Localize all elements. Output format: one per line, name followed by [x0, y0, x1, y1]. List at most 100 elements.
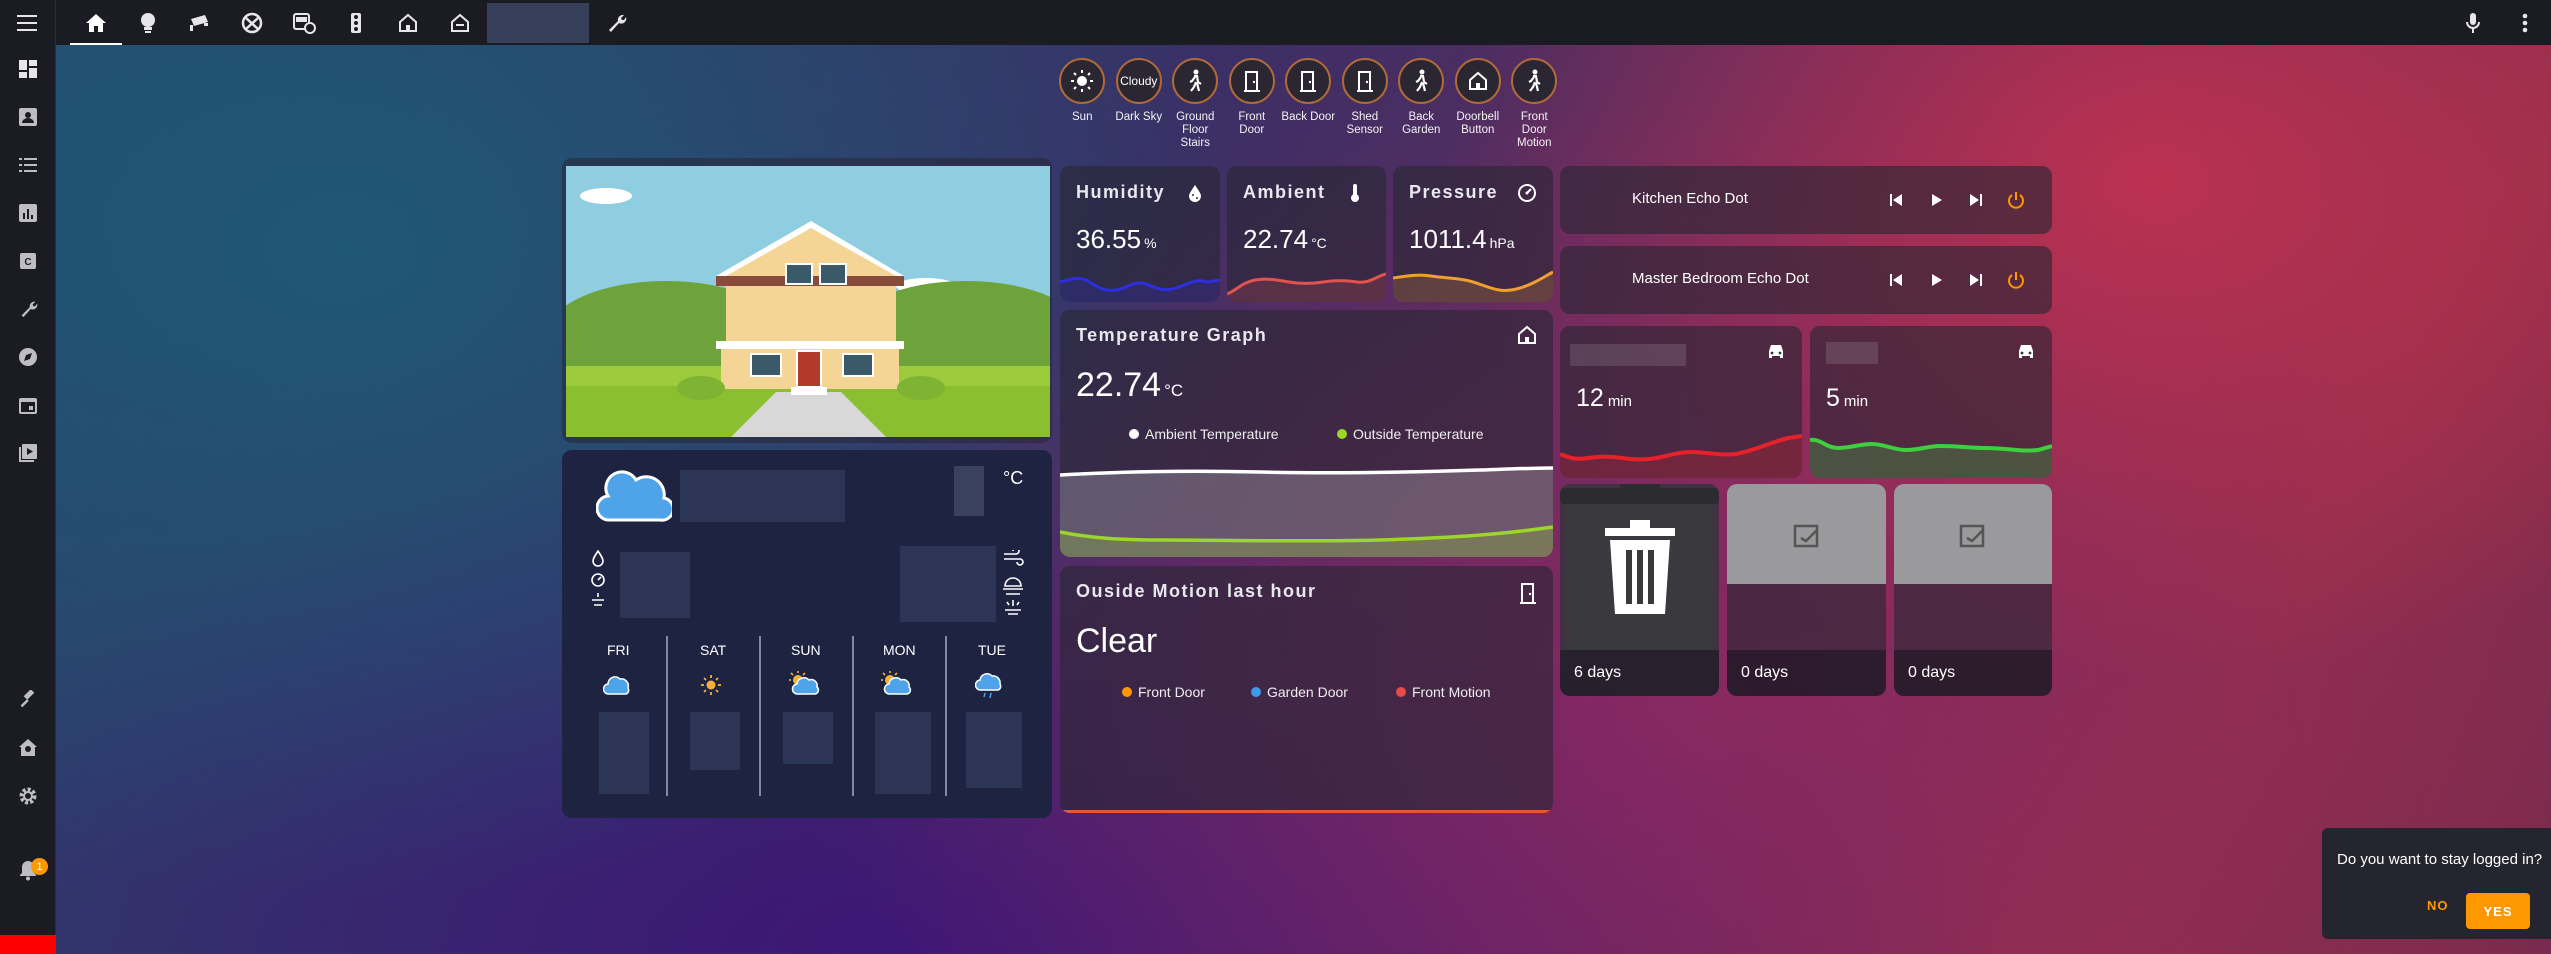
sidebar-item-hacs[interactable]: C — [0, 237, 56, 285]
sidebar-item-map[interactable] — [0, 93, 56, 141]
badge-label: Dark Sky — [1115, 111, 1163, 123]
sidebar-item-developer-tools[interactable] — [0, 676, 56, 724]
user-avatar[interactable] — [0, 935, 56, 954]
yes-button[interactable]: YES — [2466, 893, 2530, 929]
forecast-day: SUN — [791, 642, 821, 658]
badges-row: Sun Cloudy Dark Sky Ground Floor Stairs … — [1054, 58, 1563, 150]
ambient-sparkline — [1227, 272, 1386, 302]
tab-hidden[interactable] — [486, 0, 590, 45]
sidebar-item-history[interactable] — [0, 189, 56, 237]
badge-ground-floor-stairs[interactable]: Ground Floor Stairs — [1167, 58, 1224, 150]
travel-time-card[interactable]: 12 min — [1560, 326, 1802, 478]
weather-attribute-icons-right — [1003, 550, 1024, 615]
skip-previous-icon — [1890, 194, 1902, 206]
bin-collection-card[interactable]: 0 days — [1894, 484, 2052, 696]
pressure-card[interactable]: Pressure 1011.4 hPa — [1393, 166, 1553, 302]
media-player-master-bedroom[interactable]: Master Bedroom Echo Dot — [1560, 246, 2052, 314]
tab-bus[interactable] — [278, 0, 330, 45]
next-track-button[interactable] — [1962, 186, 1990, 214]
humidity-card[interactable]: Humidity 36.55% — [1060, 166, 1220, 302]
redacted-attributes-right — [900, 546, 996, 622]
legend-ambient[interactable]: Ambient Temperature — [1129, 426, 1279, 442]
tab-house-alt[interactable] — [434, 0, 486, 45]
legend-dot — [1122, 687, 1132, 697]
play-button[interactable] — [1922, 186, 1950, 214]
edit-dashboard-button[interactable] — [2499, 0, 2551, 45]
motion-state: Clear — [1076, 622, 1158, 660]
door-icon — [1243, 71, 1260, 92]
legend-front-motion[interactable]: Front Motion — [1396, 684, 1491, 700]
redacted-forecast-temps — [599, 712, 649, 794]
house-picture-card[interactable] — [562, 158, 1052, 443]
walk-icon — [1189, 69, 1202, 92]
bin-collection-card[interactable]: 0 days — [1727, 484, 1886, 696]
partly-cloudy-icon — [789, 671, 820, 695]
sidebar-item-supervisor[interactable] — [0, 724, 56, 772]
outside-motion-card[interactable]: Ouside Motion last hour Clear Front Door… — [1060, 566, 1553, 813]
cloudy-icon — [603, 676, 630, 695]
travel-time-value: 12 min — [1576, 384, 1632, 413]
divider — [666, 636, 668, 796]
next-track-button[interactable] — [1962, 266, 1990, 294]
badge-front-door[interactable]: Front Door — [1224, 58, 1281, 150]
notifications-button[interactable]: 1 — [0, 846, 56, 894]
legend-label: Front Door — [1138, 684, 1205, 700]
sidebar-item-media[interactable] — [0, 429, 56, 477]
badge-doorbell-button[interactable]: Doorbell Button — [1450, 58, 1507, 150]
play-icon — [1932, 194, 1942, 206]
ambient-card[interactable]: Ambient 22.74 °C — [1227, 166, 1386, 302]
legend-outside[interactable]: Outside Temperature — [1337, 426, 1483, 442]
previous-track-button[interactable] — [1882, 266, 1910, 294]
microphone-icon — [2466, 12, 2480, 33]
sidebar-item-config[interactable] — [0, 285, 56, 333]
badge-ring — [1172, 58, 1219, 104]
tab-house[interactable] — [382, 0, 434, 45]
badge-front-door-motion[interactable]: Front Door Motion — [1506, 58, 1563, 150]
broken-image-icon — [1793, 524, 1819, 548]
sidebar-item-overview[interactable] — [0, 45, 56, 93]
badge-shed-sensor[interactable]: Shed Sensor — [1337, 58, 1394, 150]
no-button[interactable]: NO — [2427, 898, 2449, 913]
sidebar-item-logbook[interactable] — [0, 141, 56, 189]
voice-assistant-button[interactable] — [2447, 0, 2499, 45]
weather-forecast-card[interactable]: °C FRI SAT SUN MON TUE — [562, 450, 1052, 818]
tab-xbox[interactable] — [226, 0, 278, 45]
walk-icon — [1415, 69, 1428, 92]
door-icon — [1520, 583, 1536, 604]
sidebar-item-settings[interactable] — [0, 772, 56, 820]
humidity-value: 36.55 — [1076, 224, 1142, 254]
bin-collection-card[interactable]: 6 days — [1560, 484, 1719, 696]
power-button[interactable] — [2002, 266, 2030, 294]
badge-back-door[interactable]: Back Door — [1280, 58, 1337, 150]
sidebar: C 1 — [0, 45, 56, 954]
travel-time-card[interactable]: 5 min — [1810, 326, 2052, 478]
legend-label: Garden Door — [1267, 684, 1348, 700]
media-player-kitchen[interactable]: Kitchen Echo Dot — [1560, 166, 2052, 234]
badge-back-garden[interactable]: Back Garden — [1393, 58, 1450, 150]
divider — [945, 636, 947, 796]
account-box-icon — [19, 108, 37, 126]
legend-garden-door[interactable]: Garden Door — [1251, 684, 1348, 700]
redacted-travel-name — [1826, 342, 1878, 364]
tab-traffic[interactable] — [330, 0, 382, 45]
forecast-day: SAT — [700, 642, 727, 658]
tab-tools[interactable] — [590, 0, 642, 45]
legend-front-door[interactable]: Front Door — [1122, 684, 1205, 700]
tab-lights[interactable] — [122, 0, 174, 45]
redacted-forecast-temps — [783, 712, 833, 764]
bin-days: 0 days — [1741, 664, 1789, 681]
badge-sun[interactable]: Sun — [1054, 58, 1111, 150]
sidebar-item-explore[interactable] — [0, 333, 56, 381]
sidebar-item-calendar[interactable] — [0, 381, 56, 429]
tab-cctv[interactable] — [174, 0, 226, 45]
legend-dot — [1396, 687, 1406, 697]
previous-track-button[interactable] — [1882, 186, 1910, 214]
card-title: Ambient — [1243, 182, 1326, 202]
badge-dark-sky[interactable]: Cloudy Dark Sky — [1111, 58, 1168, 150]
power-button[interactable] — [2002, 186, 2030, 214]
tab-home[interactable] — [70, 0, 122, 45]
temperature-graph-card[interactable]: Temperature Graph 22.74 °C Ambient Temper… — [1060, 310, 1553, 557]
skip-next-icon — [1970, 194, 1982, 206]
play-button[interactable] — [1922, 266, 1950, 294]
menu-button[interactable] — [0, 0, 56, 45]
